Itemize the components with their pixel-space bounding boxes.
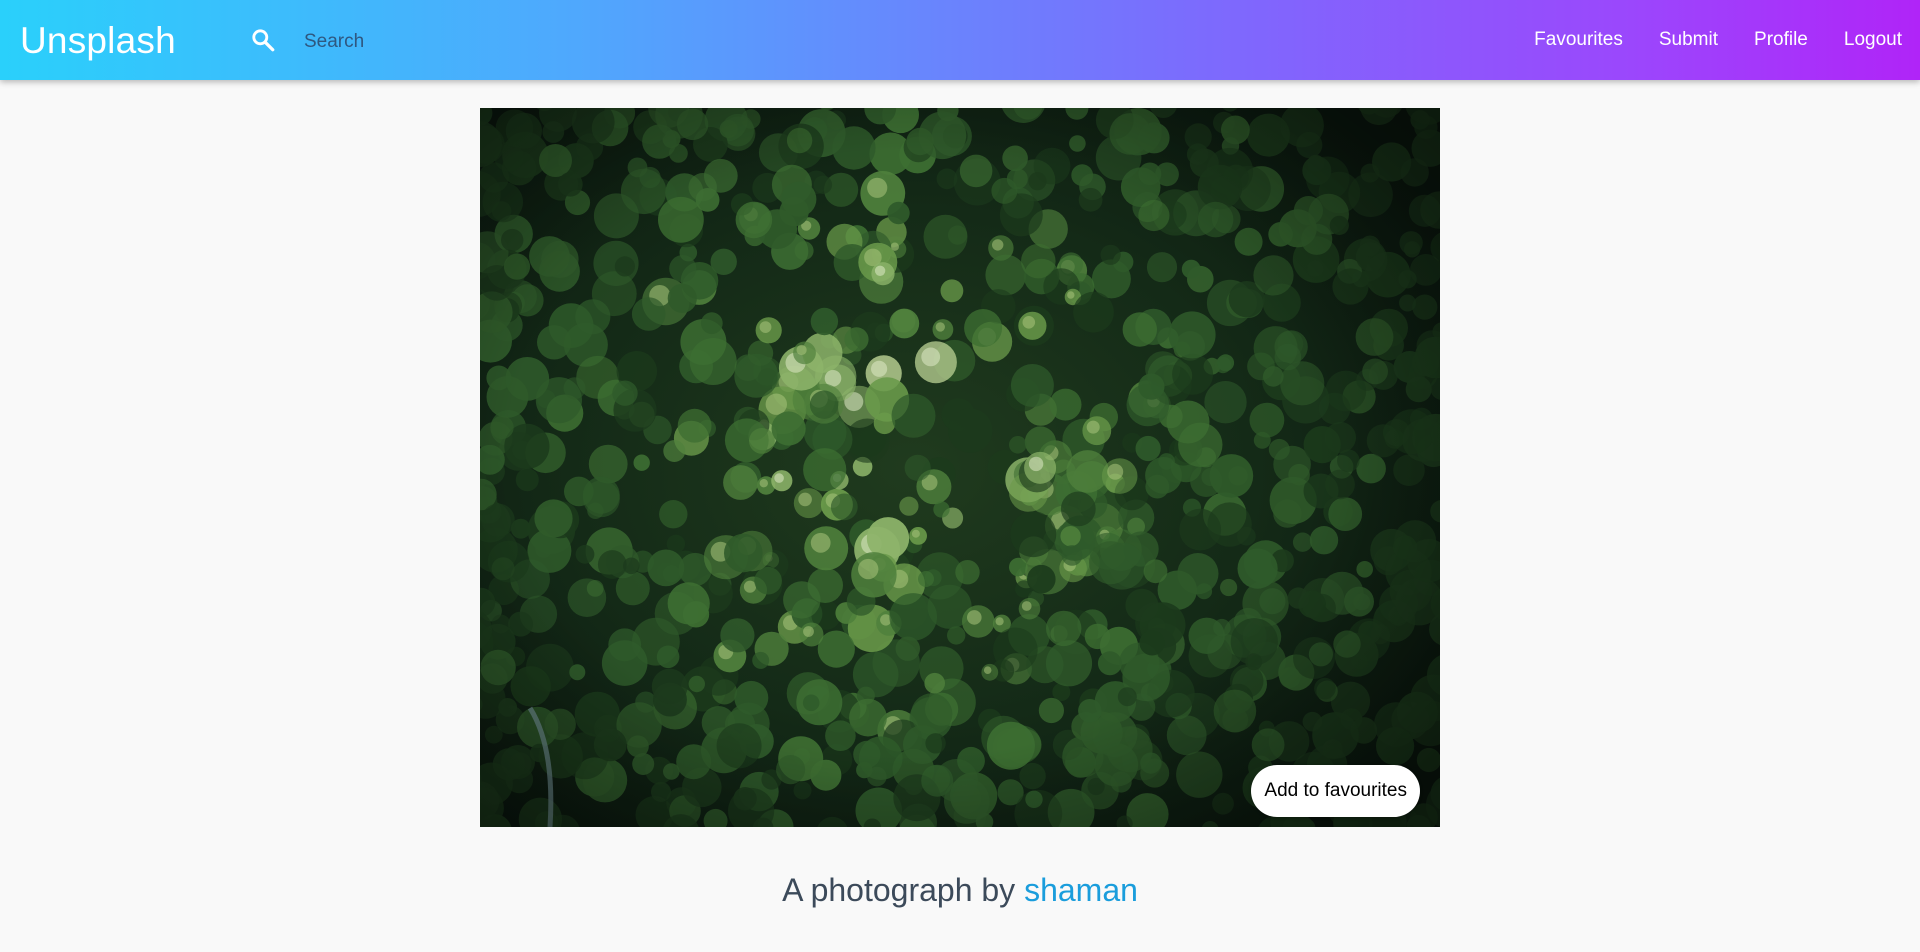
top-navbar: Unsplash Favourites Submit Profile Logou… [0,0,1920,80]
nav-submit-link[interactable]: Submit [1659,29,1718,51]
brand-logo[interactable]: Unsplash [20,19,176,63]
author-link[interactable]: shaman [1024,872,1138,908]
nav-favourites-link[interactable]: Favourites [1534,29,1623,51]
photo-caption: A photograph by shaman [0,872,1920,909]
nav-profile-link[interactable]: Profile [1754,29,1808,51]
photo-container: Add to favourites [480,108,1440,827]
forest-photo [480,108,1440,827]
search-input[interactable] [296,22,812,62]
add-to-favourites-button[interactable]: Add to favourites [1251,765,1420,817]
caption-prefix: A photograph by [782,872,1016,908]
nav-links: Favourites Submit Profile Logout [1534,0,1920,80]
search-icon[interactable] [250,27,276,53]
nav-logout-link[interactable]: Logout [1844,29,1902,51]
